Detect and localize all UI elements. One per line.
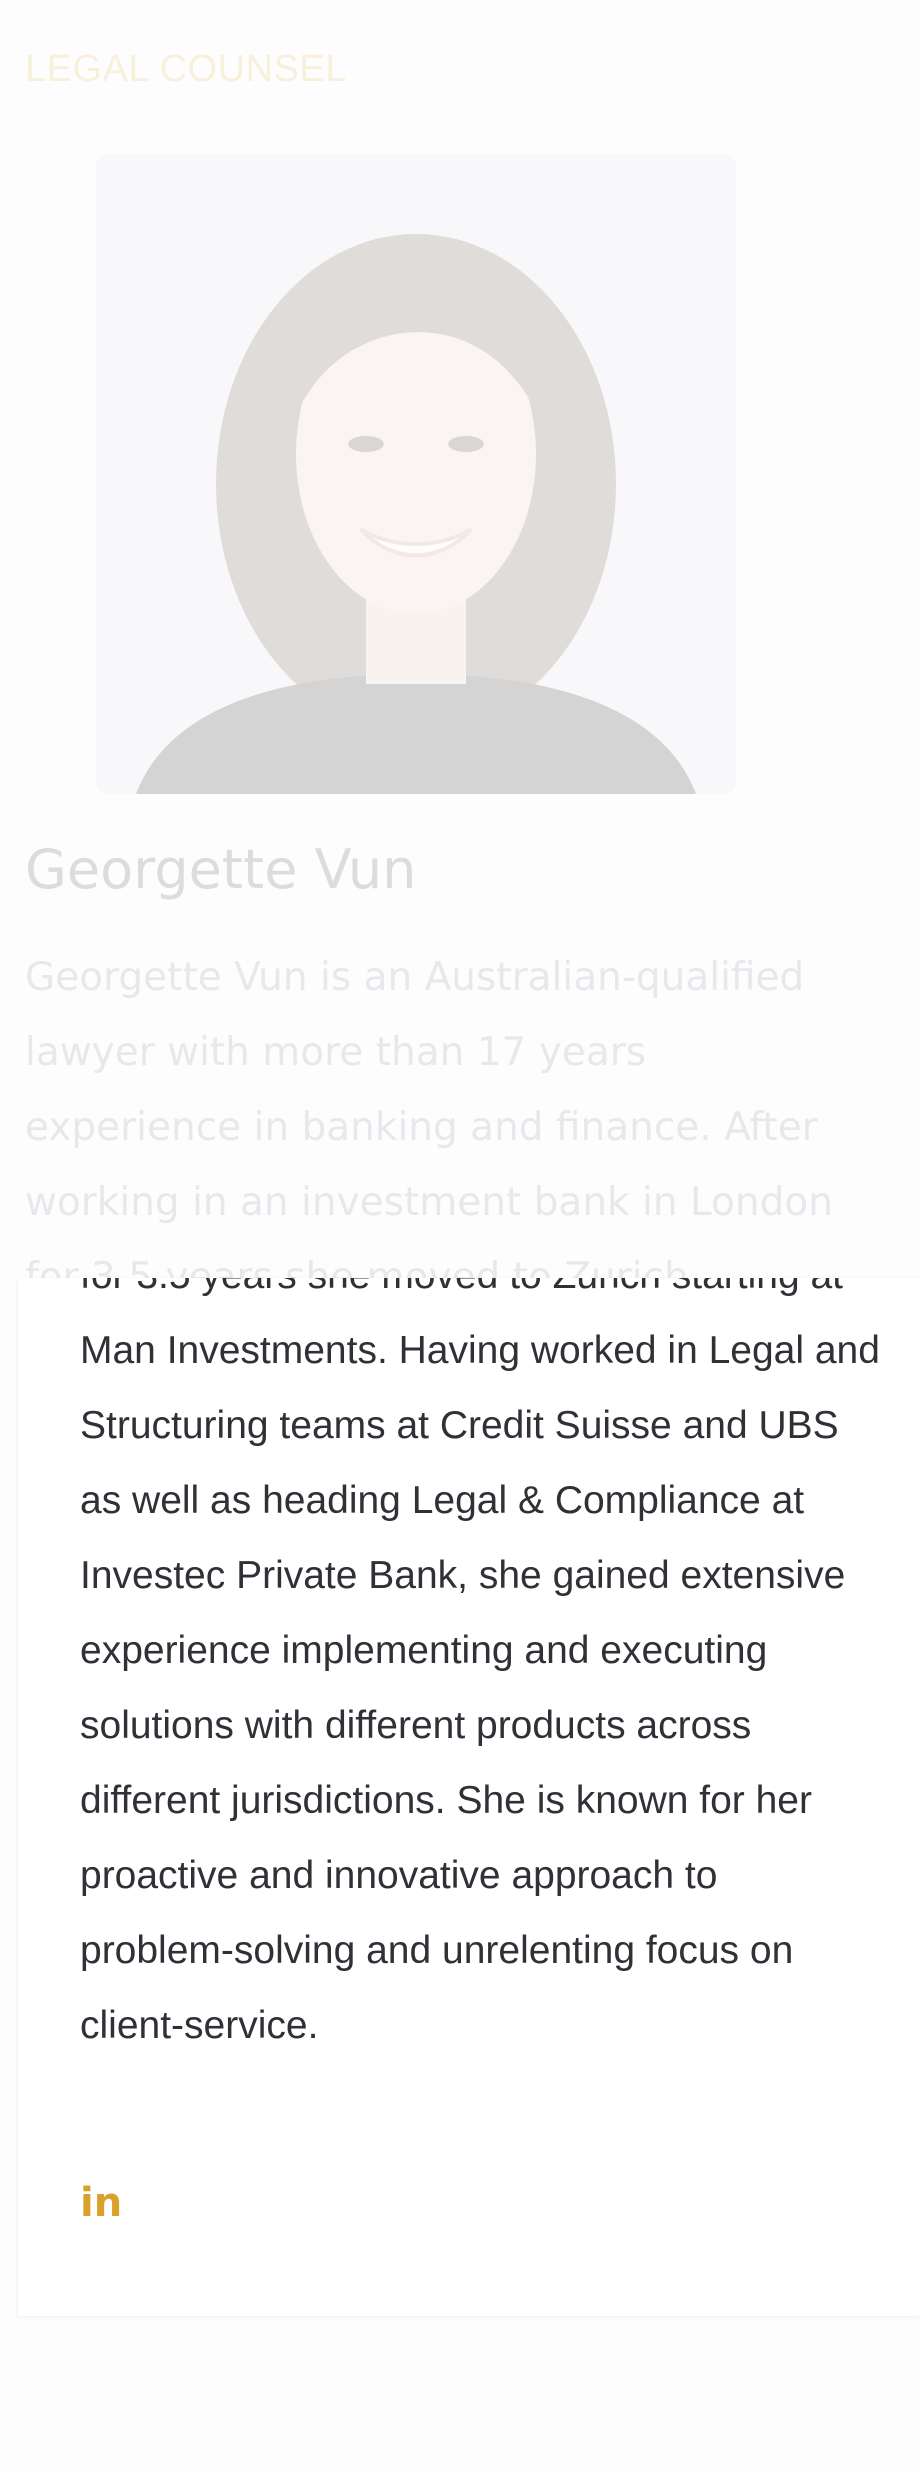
bio-card: for 3.5 years she moved to Zurich starti… [18, 1278, 921, 2316]
role-label: LEGAL COUNSEL [25, 48, 347, 90]
profile-photo [96, 154, 736, 794]
bio-card-text: for 3.5 years she moved to Zurich starti… [80, 1278, 880, 2047]
background-profile: LEGAL COUNSEL Georgette Vun Georgette Vu… [0, 0, 921, 1375]
person-name: Georgette Vun [25, 838, 417, 901]
linkedin-icon[interactable]: in [80, 2183, 122, 2223]
